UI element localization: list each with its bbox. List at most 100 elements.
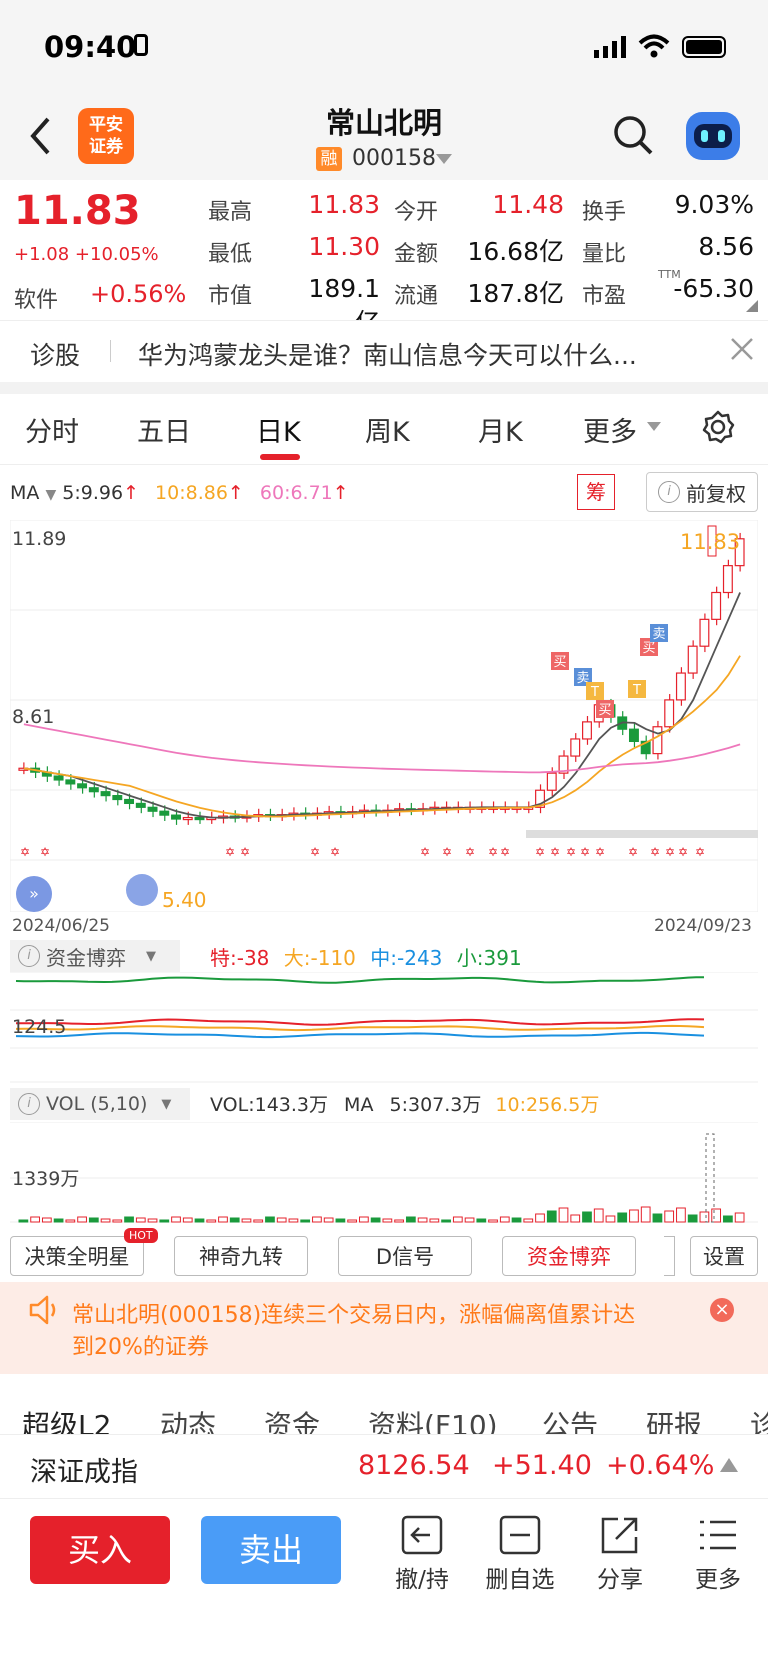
status-time: 09:40 — [44, 30, 137, 64]
quote-value: 11.83 — [308, 190, 380, 219]
search-icon[interactable] — [612, 114, 654, 156]
gear-icon[interactable] — [700, 409, 736, 445]
volume-bar — [88, 1217, 99, 1223]
volume-bar — [499, 1216, 510, 1223]
volume-bar — [640, 1206, 651, 1223]
tab-l2[interactable]: 超级L2 — [22, 1404, 111, 1434]
low-price-label: 5.40 — [162, 888, 207, 912]
volume-indicator-selector[interactable]: i VOL (5,10) ▼ — [10, 1088, 190, 1120]
volume-bar — [394, 1219, 404, 1223]
sector-name[interactable]: 软件 — [14, 282, 58, 314]
quote-label: 流通 — [394, 284, 439, 309]
more-dropdown-icon[interactable] — [647, 422, 661, 431]
volume-bar — [629, 1209, 639, 1223]
event-marker-icon[interactable] — [126, 874, 158, 906]
volume-bar — [382, 1218, 393, 1223]
candle-body — [159, 810, 170, 816]
share-button[interactable]: 分享 — [588, 1514, 652, 1594]
indicator-button-decision[interactable]: 决策全明星 — [10, 1236, 144, 1276]
star-marker: ✡ — [442, 845, 452, 859]
capital-flow-chart[interactable] — [10, 972, 758, 1086]
tab-f10[interactable]: 资料(F10) — [368, 1404, 498, 1434]
tab-daily-k[interactable]: 日K — [256, 410, 301, 449]
cancel-order-icon — [401, 1515, 443, 1555]
candle-body — [135, 802, 146, 808]
up-arrow-icon: ↑ — [332, 482, 349, 504]
price-change: +1.08 +10.05% — [14, 244, 159, 265]
capital-da: 大:-110 — [283, 946, 356, 970]
quote-value: 8.56 — [698, 232, 754, 261]
candle-body — [711, 591, 722, 620]
tab-research[interactable]: 研报 — [646, 1404, 702, 1434]
diagnosis-tag: 诊股 — [30, 341, 81, 370]
tab-weekly-k[interactable]: 周K — [365, 410, 410, 449]
te-line — [15, 1018, 705, 1026]
indicator-settings-button[interactable]: 设置 — [690, 1236, 758, 1276]
star-marker: ✡ — [465, 845, 475, 859]
volume-bar — [135, 1217, 146, 1223]
adjust-button[interactable]: i 前复权 — [646, 472, 758, 512]
indicator-button-nine-turn[interactable]: 神奇九转 — [174, 1236, 308, 1276]
volume-bar — [171, 1216, 181, 1223]
tab-intraday[interactable]: 分时 — [25, 410, 79, 449]
diagnosis-text[interactable]: 华为鸿蒙龙头是谁？南山信息今天可以什么... — [138, 336, 637, 372]
indicator-button-capital[interactable]: 资金博弈 — [502, 1236, 636, 1276]
tab-more[interactable]: 更多 — [583, 410, 637, 449]
volume-bar — [535, 1213, 545, 1223]
volume-bar — [734, 1212, 745, 1223]
star-marker: ✡ — [488, 845, 498, 859]
share-icon — [601, 1517, 638, 1554]
pe-ttm-sup: TTM — [658, 268, 681, 281]
alert-text: 常山北明(000158)连续三个交易日内，涨幅偏离值累计达 到20%的证券 — [72, 1300, 635, 1364]
volume-chart[interactable] — [10, 1122, 758, 1226]
star-marker: ✡ — [330, 845, 340, 859]
signal-label: 卖 — [652, 627, 665, 642]
sell-button[interactable]: 卖出 — [201, 1516, 341, 1584]
ma-legend[interactable]: MA ▼ 5:9.96↑ 10:8.86↑ 60:6.71↑ — [10, 482, 349, 504]
info-tabs: 超级L2 动态 资金 资料(F10) 公告 研报 诊 — [0, 1394, 768, 1434]
volume-bar — [241, 1218, 252, 1223]
vol-ma5: 5:307.3万 — [389, 1094, 482, 1116]
cancel-hold-button[interactable]: 撤/持 — [390, 1514, 454, 1594]
ma-dropdown-icon[interactable]: ▼ — [45, 487, 56, 503]
more-button[interactable]: 更多 — [686, 1514, 750, 1594]
capital-indicator-selector[interactable]: i 资金博弈 ▼ — [10, 940, 180, 972]
tab-diagnosis[interactable]: 诊 — [750, 1404, 768, 1434]
robot-assistant-icon[interactable] — [686, 112, 740, 160]
kline-chart[interactable]: 买卖T买T买卖✡ ✡ ✡ ✡ ✡ ✡ ✡ ✡ ✡ ✡ ✡ ✡ ✡ ✡ ✡ ✡ ✡ ✡ ✡ ✡ ✡ — [10, 520, 758, 912]
signal-label: 买 — [642, 641, 655, 656]
chip-distribution-button[interactable]: 筹 — [577, 474, 615, 510]
buy-button[interactable]: 买入 — [30, 1516, 170, 1584]
volume-bar — [558, 1207, 569, 1223]
expand-up-icon[interactable] — [720, 1458, 738, 1472]
volume-bar — [523, 1218, 534, 1223]
last-price-label: 11.83 — [680, 530, 741, 554]
code-dropdown-icon[interactable] — [436, 154, 452, 164]
change-percent: +10.05% — [74, 244, 159, 265]
quote-label: 换手 — [582, 200, 627, 225]
volume-bar — [288, 1218, 299, 1223]
volume-y-label: 1339万 — [12, 1168, 80, 1190]
corner-triangle-icon — [746, 300, 758, 312]
margin-badge: 融 — [316, 147, 342, 171]
quote-label: 最低 — [208, 242, 253, 267]
tab-capital[interactable]: 资金 — [264, 1404, 320, 1434]
tab-five-day[interactable]: 五日 — [137, 410, 191, 449]
vol-ma-label: MA — [344, 1094, 374, 1116]
volume-bar — [711, 1208, 722, 1223]
section-separator — [0, 382, 768, 394]
remove-watchlist-button[interactable]: 删自选 — [482, 1514, 558, 1594]
index-change-pct: +0.64% — [606, 1450, 715, 1481]
tab-announcements[interactable]: 公告 — [542, 1404, 598, 1434]
indicator-button-d-signal[interactable]: D信号 — [338, 1236, 472, 1276]
volume-bar — [159, 1219, 170, 1223]
tab-news[interactable]: 动态 — [160, 1404, 216, 1434]
volume-bar — [182, 1217, 193, 1223]
close-icon[interactable] — [730, 337, 754, 361]
star-marker: ✡ — [240, 845, 250, 859]
scroll-left-icon[interactable]: » — [16, 876, 52, 912]
alert-close-icon[interactable]: × — [710, 1298, 734, 1322]
tab-monthly-k[interactable]: 月K — [478, 410, 523, 449]
lock-icon — [134, 34, 148, 56]
volume-bar — [30, 1216, 40, 1223]
